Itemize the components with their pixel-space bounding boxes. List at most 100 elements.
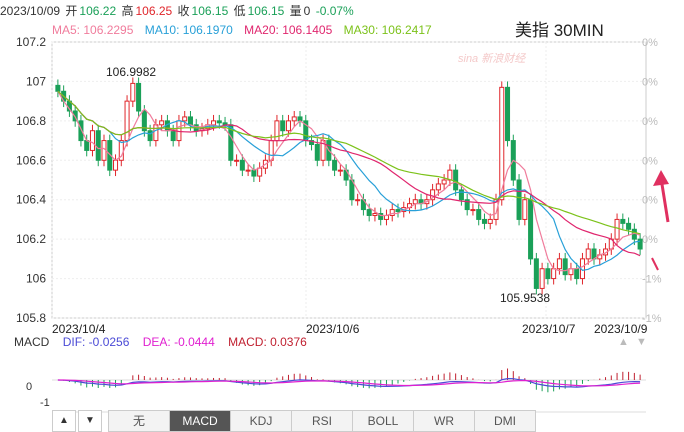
indicator-tabs: ▲ ▼ 无 MACD KDJ RSI BOLL WR DMI <box>52 410 536 432</box>
pct-tick-label: 0% <box>642 116 658 128</box>
candle-body <box>147 130 153 142</box>
candle-body <box>337 169 343 172</box>
macd-grid <box>52 379 646 413</box>
candle-body <box>481 218 487 224</box>
dea-value: DEA: -0.0444 <box>142 335 215 349</box>
candle-body <box>124 100 130 142</box>
candle-body <box>153 124 159 142</box>
candle-body <box>366 209 372 216</box>
candle-body <box>234 159 240 162</box>
candle-body <box>447 169 453 181</box>
tab-dmi[interactable]: DMI <box>475 410 536 432</box>
candle-body <box>441 179 447 185</box>
candle-body <box>551 268 557 280</box>
macd-name: MACD <box>14 335 50 349</box>
candle-body <box>453 169 459 191</box>
candle-body <box>516 179 522 220</box>
candle-body <box>562 258 568 276</box>
pct-tick-label: 0% <box>642 76 658 88</box>
candle-body <box>458 189 464 201</box>
candle-body <box>251 169 257 177</box>
candle-body <box>539 268 545 289</box>
y-tick-label: 107.2 <box>16 35 46 49</box>
candle-body <box>332 159 338 171</box>
pct-tick-label: 0% <box>642 37 658 49</box>
candle-body <box>216 120 222 124</box>
pct-tick-label: 0% <box>642 234 658 246</box>
pct-tick-label: 0% <box>642 155 658 167</box>
y-tick-label: 106.8 <box>16 114 46 128</box>
candle-body <box>372 213 378 216</box>
low-annotation: 105.9538 <box>500 291 550 305</box>
high-annotation: 106.9982 <box>106 65 156 79</box>
nav-up-button[interactable]: ▲ <box>52 410 76 432</box>
x-label-3: 2023/10/7 <box>522 322 576 336</box>
nav-down-button[interactable]: ▼ <box>78 410 102 432</box>
candle-body <box>505 86 511 142</box>
pct-tick-label: -1% <box>642 274 662 286</box>
y-tick-label: 106.2 <box>16 232 46 246</box>
candle-body <box>545 268 551 280</box>
candle-body <box>637 238 643 250</box>
candle-body <box>533 258 539 289</box>
tab-kdj[interactable]: KDJ <box>231 410 292 432</box>
candle-body <box>89 130 95 151</box>
macd-legend: MACD DIF: -0.0256 DEA: -0.0444 MACD: 0.0… <box>14 334 317 350</box>
y-tick-label: 106.6 <box>16 153 46 167</box>
candlestick-chart[interactable]: 107.2 107 106.8 106.6 106.4 106.2 106 105.8 0% 0… <box>0 0 684 432</box>
y-tick-label: 106.4 <box>16 193 46 207</box>
macd-y-0: 0 <box>26 381 32 393</box>
pct-tick-label: 0% <box>642 195 658 207</box>
candle-body <box>412 199 418 205</box>
candle-body <box>585 248 591 260</box>
candle-body <box>355 199 361 202</box>
y-axis-labels: 107.2 107 106.8 106.6 106.4 106.2 106 105.8 <box>16 35 46 325</box>
candle-body <box>257 167 263 177</box>
tab-boll[interactable]: BOLL <box>353 410 414 432</box>
candle-body <box>499 86 505 201</box>
y-tick-label: 107 <box>26 74 46 88</box>
macd-y-1: -1 <box>40 397 50 409</box>
candle-body <box>55 84 61 92</box>
tab-rsi[interactable]: RSI <box>292 410 353 432</box>
candle-body <box>314 144 320 161</box>
candle-body <box>574 268 580 280</box>
candle-body <box>130 82 136 102</box>
candle-body <box>182 116 188 122</box>
candle-body <box>159 120 165 126</box>
dif-value: DIF: -0.0256 <box>62 335 130 349</box>
candle-body <box>556 258 562 270</box>
candle-body <box>395 209 401 213</box>
candle-body <box>170 130 176 142</box>
candle-body <box>528 199 534 260</box>
candle-body <box>280 120 286 132</box>
candle-body <box>435 183 441 191</box>
candle-body <box>620 218 626 224</box>
candle-body <box>274 120 280 142</box>
candle-body <box>285 120 291 132</box>
candle-body <box>487 218 493 224</box>
candle-body <box>626 222 632 230</box>
candle-body <box>476 209 482 220</box>
candle-body <box>84 140 90 151</box>
candle-body <box>187 116 193 126</box>
candle-body <box>136 82 142 112</box>
y-tick-label: 105.8 <box>16 311 46 325</box>
macd-value: MACD: 0.0376 <box>228 335 307 349</box>
arrow-icon <box>651 170 670 271</box>
scroll-down-icon[interactable]: ▼ <box>636 336 647 348</box>
candle-body <box>113 159 119 171</box>
candle-body <box>522 199 528 220</box>
x-label-4: 2023/10/9 <box>594 322 648 336</box>
candle-body <box>470 209 476 212</box>
tab-macd[interactable]: MACD <box>170 410 231 432</box>
tab-wr[interactable]: WR <box>414 410 475 432</box>
scroll-up-icon[interactable]: ▲ <box>618 336 629 348</box>
candle-body <box>291 116 297 122</box>
y-tick-label: 106 <box>26 272 46 286</box>
candle-body <box>95 130 101 161</box>
tab-none[interactable]: 无 <box>108 410 170 432</box>
candle-body <box>239 159 245 171</box>
candle-body <box>245 169 251 172</box>
candle-body <box>614 218 620 240</box>
